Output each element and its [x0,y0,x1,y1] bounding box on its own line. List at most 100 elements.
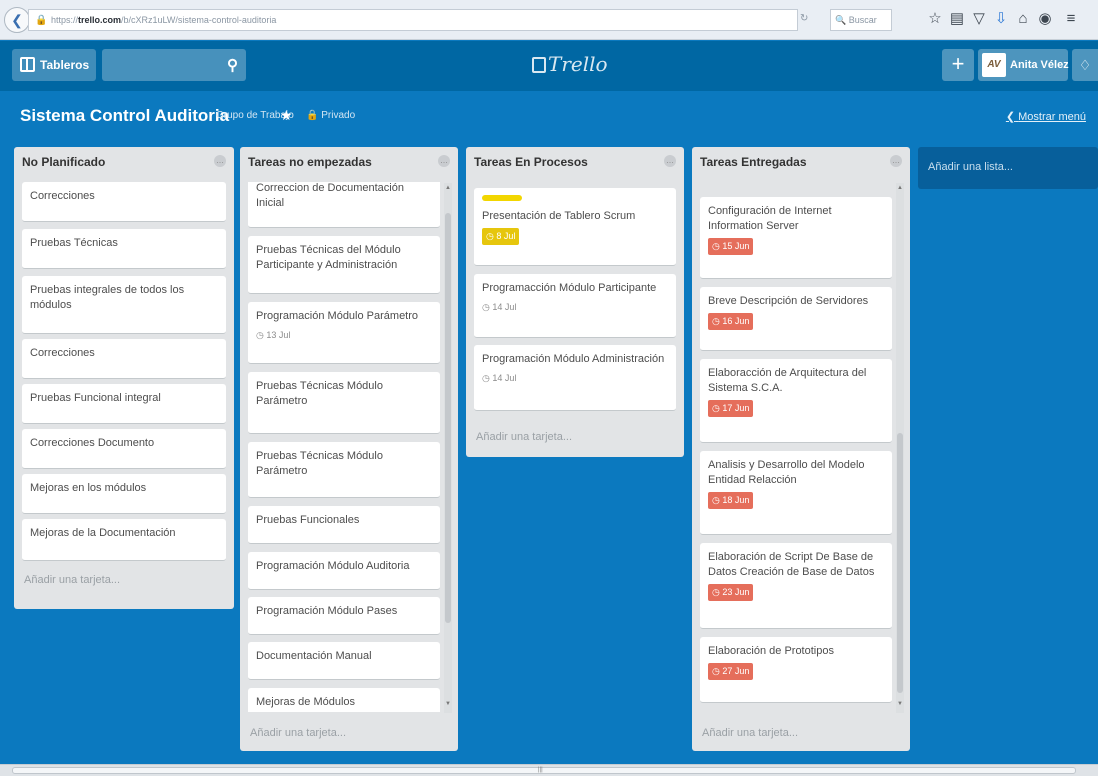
list-title[interactable]: Tareas En Procesos [474,155,676,169]
list-card[interactable]: Elaboracción de Arquitectura del Sistema… [700,359,892,443]
user-name: Anita Vélez [1010,59,1069,71]
back-arrow-icon[interactable]: ❮ [4,7,30,33]
list-card[interactable]: Pruebas Técnicas Módulo Parámetro [248,372,440,434]
list-card[interactable]: Documentación Manual [248,642,440,680]
list-header[interactable]: Tareas En Procesos … [474,155,676,175]
user-menu-button[interactable]: AV Anita Vélez [978,49,1069,81]
notification-bell-icon[interactable]: ♢ [1072,49,1098,81]
list-card[interactable]: Mejoras en los módulos [22,474,226,514]
search-icon: ⚲ [227,57,238,74]
list-card[interactable]: Correcciones [22,182,226,222]
list-menu-icon[interactable]: … [438,155,450,167]
board-title[interactable]: Sistema Control Auditoria [20,106,229,126]
list-header[interactable]: Tareas no empezadas … [248,155,450,175]
scroll-thumb[interactable] [12,767,1076,774]
scroll-up-icon[interactable]: ▲ [896,185,904,195]
add-list-button[interactable]: Añadir una lista... [918,147,1098,189]
board-horizontal-scrollbar[interactable]: ||| [0,764,1098,776]
list-card[interactable]: Programación Módulo Administración ◷ 14 J… [474,345,676,411]
due-date-badge: ◷ 18 Jun [708,492,754,509]
list-menu-icon[interactable]: … [664,155,676,167]
card-title: Correcciones [30,347,95,359]
card-title: Documentación Manual [256,650,372,662]
card-title: Mejoras de la Documentación [30,527,176,539]
sync-icon[interactable]: ◉ [1036,9,1054,29]
list-card[interactable]: Configuración de Internet Information Se… [700,197,892,279]
card-title: Pruebas Técnicas del Módulo Participante… [256,244,401,271]
list-card[interactable]: Programación Módulo Auditoria [248,552,440,590]
card-title: Elaboración de Script De Base de Datos C… [708,551,875,578]
list-card[interactable]: Mejoras de la Documentación [22,519,226,561]
scroll-down-icon[interactable]: ▼ [896,701,904,711]
browser-search-input[interactable]: 🔍 Buscar [830,9,892,31]
list-menu-icon[interactable]: … [890,155,902,167]
list-card[interactable]: Mejoras de Módulos [248,688,440,712]
star-icon[interactable]: ☆ [926,9,944,29]
add-card-link[interactable]: Añadir una tarjeta... [702,727,798,739]
due-date-badge: ◷ 13 Jul [256,330,291,340]
list-card[interactable]: Pruebas Técnicas del Módulo Participante… [248,236,440,294]
boards-button[interactable]: Tableros [12,49,96,81]
boards-label: Tableros [40,58,90,72]
due-date: 16 Jun [722,316,750,326]
list-card[interactable]: Programación Módulo Pases [248,597,440,635]
add-button[interactable]: + [942,49,974,81]
due-date: 8 Jul [496,231,516,241]
trello-logo[interactable]: Trello [532,52,608,76]
list-card[interactable]: Analisis y Desarrollo del Modelo Entidad… [700,451,892,535]
list-card[interactable]: Programación Módulo Parámetro ◷ 13 Jul [248,302,440,364]
list-scrollbar[interactable]: ▲ ▼ [896,183,904,713]
board-star-icon[interactable]: ★ [280,107,293,124]
add-card-link[interactable]: Añadir una tarjeta... [250,727,346,739]
card-title: Correcciones [30,190,95,202]
add-card-link[interactable]: Añadir una tarjeta... [476,431,572,443]
download-icon[interactable]: ⇩ [992,9,1010,29]
app-header: Tableros ⚲ Trello + AV Anita Vélez ♢ [0,41,1098,91]
due-date-badge: ◷ 14 Jul [482,373,517,383]
browser-toolbar: ❮ 🔒 https://trello.com/b/cXRz1uLW/sistem… [0,0,1098,40]
card-title: Mejoras en los módulos [30,482,147,494]
reload-icon[interactable]: ↻ [800,13,808,24]
show-menu-link[interactable]: ❮ Mostrar menú [1006,110,1086,123]
list-card[interactable]: Correcciones Documento [22,429,226,469]
list-card[interactable]: Pruebas Técnicas [22,229,226,269]
list-card[interactable]: Elaboración de Prototipos ◷ 27 Jun [700,637,892,703]
list-card[interactable]: Pruebas integrales de todos los módulos [22,276,226,334]
list-title[interactable]: Tareas Entregadas [700,155,902,169]
home-icon[interactable]: ⌂ [1014,9,1032,29]
due-date: 14 Jul [492,373,517,383]
list-scrollbar[interactable]: ▲ ▼ [444,183,452,713]
card-title: Programación Módulo Auditoria [256,560,410,572]
list-card[interactable]: Elaboración de Script De Base de Datos C… [700,543,892,629]
header-search-input[interactable]: ⚲ [102,49,246,81]
list-header[interactable]: No Planificado … [22,155,226,175]
address-bar[interactable]: 🔒 https://trello.com/b/cXRz1uLW/sistema-… [28,9,798,31]
list-header[interactable]: Tareas Entregadas … [700,155,902,175]
scroll-thumb[interactable] [897,433,903,693]
scroll-down-icon[interactable]: ▼ [444,701,452,711]
card-title: Correccion de Documentación Inicial [256,182,404,209]
list-title[interactable]: Tareas no empezadas [248,155,450,169]
list-card[interactable]: Correccion de Documentación Inicial [248,182,440,228]
boards-icon [20,57,35,72]
pocket-icon[interactable]: ▽ [970,9,988,29]
board-visibility[interactable]: 🔒 Privado [306,110,355,121]
list-card[interactable]: Pruebas Funcionales [248,506,440,544]
list-card[interactable]: Pruebas Funcional integral [22,384,226,424]
avatar: AV [982,53,1006,77]
list-card[interactable]: Breve Descripción de Servidores ◷ 16 Jun [700,287,892,351]
list-card[interactable]: Correcciones [22,339,226,379]
add-card-link[interactable]: Añadir una tarjeta... [24,574,120,586]
hamburger-menu-icon[interactable]: ≡ [1062,9,1080,29]
scroll-thumb[interactable] [445,213,451,623]
list-menu-icon[interactable]: … [214,155,226,167]
list-card[interactable]: Presentación de Tablero Scrum ◷ 8 Jul [474,188,676,266]
browser-search-placeholder: Buscar [848,15,877,25]
scroll-up-icon[interactable]: ▲ [444,185,452,195]
card-title: Correcciones Documento [30,437,155,449]
list-title[interactable]: No Planificado [22,155,226,169]
clipboard-icon[interactable]: ▤ [948,9,966,29]
list-card[interactable]: Pruebas Técnicas Módulo Parámetro [248,442,440,498]
list-card[interactable]: Programacción Módulo Participante ◷ 14 Ju… [474,274,676,338]
card-title: Elaboración de Prototipos [708,645,834,657]
